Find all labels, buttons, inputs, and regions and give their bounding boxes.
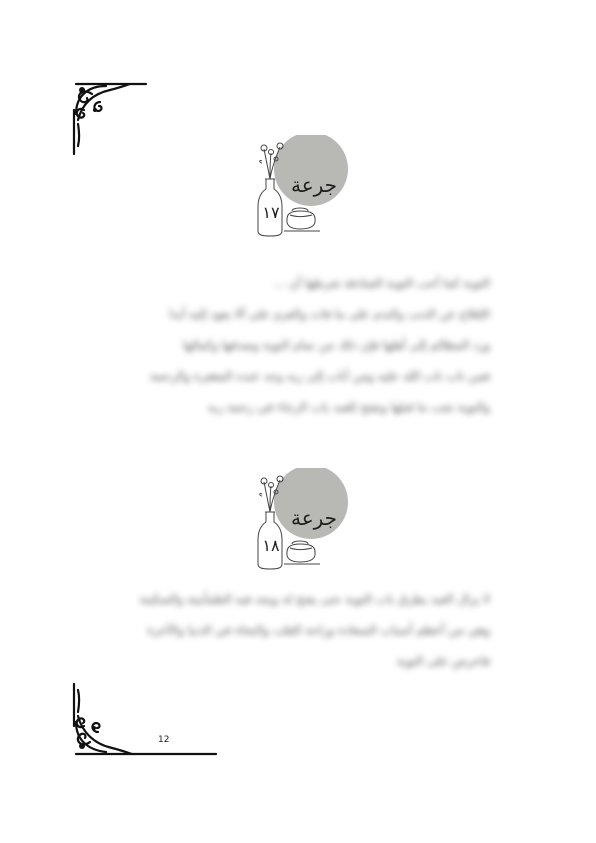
sip-label: جرعة [290,506,338,530]
text-line: والتوبة تجب ما قبلها وتفتح للعبد باب الر… [207,400,490,414]
text-line: وهي من أعظم أسباب السعادة وراحة القلب وا… [147,623,490,637]
sip-number: ١٨ [262,536,280,555]
text-line: التوبة كما أحب التوبة الصادقة شرطها أن .… [273,276,490,290]
sip-badge: جرعة ١٨ [240,468,360,578]
ornament-corner-top-icon [72,82,148,156]
text-line: لا يزال العبد يطرق باب التوبة حتى يفتح ل… [139,592,490,606]
sip-label: جرعة [290,173,338,197]
text-line: فمن تاب تاب الله عليه ومن أناب إلى ربه و… [149,369,490,383]
text-line: ورد المظالم إلى أهلها فإن ذلك من تمام ال… [183,338,490,352]
paragraph-sip-18: لا يزال العبد يطرق باب التوبة حتى يفتح ل… [105,584,490,677]
sip-number: ١٧ [262,203,280,222]
ornament-corner-bottom-icon [72,682,218,756]
paragraph-sip-17: التوبة كما أحب التوبة الصادقة شرطها أن .… [105,268,490,423]
text-line: الإقلاع عن الذنب والندم على ما فات والعز… [169,307,490,321]
text-line: فاحرص على التوبة [396,654,490,668]
page-number: 12 [158,735,170,745]
sip-badge: جرعة ١٧ [240,135,360,245]
document-page: جرعة ١٧ التوبة كما أحب التوبة الصادقة شر… [0,0,596,843]
